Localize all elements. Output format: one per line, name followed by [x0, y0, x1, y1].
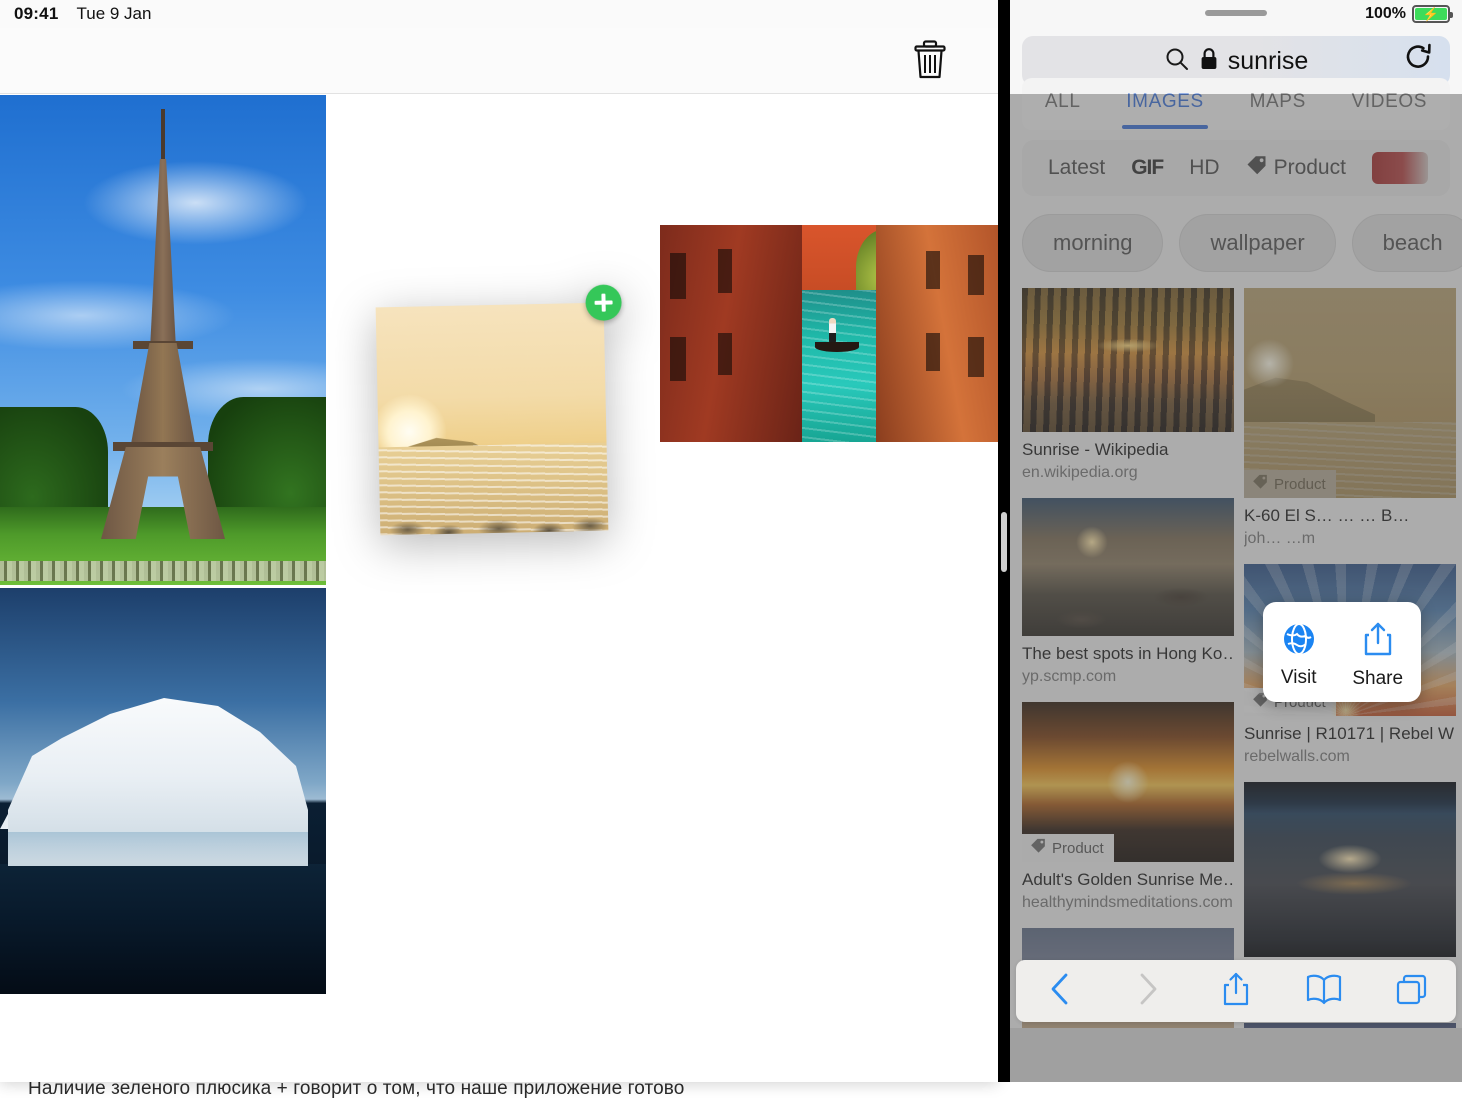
status-time: 09:41 — [14, 4, 59, 23]
result-url: rebelwalls.com — [1244, 748, 1350, 765]
forward-button[interactable] — [1120, 967, 1176, 1015]
filter-gif[interactable]: GIF — [1131, 156, 1164, 180]
trash-icon — [913, 39, 947, 85]
result-url: healthymindsmeditations.com — [1022, 894, 1233, 911]
color-filter-red[interactable] — [1371, 152, 1428, 184]
chip-morning[interactable]: morning — [1022, 214, 1164, 272]
tag-icon — [1246, 155, 1267, 182]
share-icon — [1362, 621, 1394, 662]
eiffel-tower-photo[interactable] — [0, 95, 326, 585]
tab-all[interactable]: ALL — [1045, 91, 1081, 117]
status-date: Tue 9 Jan — [76, 4, 152, 23]
tag-icon — [1030, 838, 1046, 858]
tabs-icon — [1395, 972, 1429, 1011]
share-button[interactable]: Share — [1352, 621, 1403, 690]
result-thumbnail: Product — [1244, 288, 1456, 498]
globe-icon — [1282, 622, 1316, 661]
result-title: Sunrise | R10171 | Rebel W… — [1244, 724, 1456, 743]
visit-label: Visit — [1280, 666, 1317, 688]
product-badge: Product — [1022, 834, 1114, 862]
tab-videos[interactable]: VIDEOS — [1352, 91, 1427, 117]
bookmarks-button[interactable] — [1296, 967, 1352, 1015]
result-thumbnail — [1022, 288, 1234, 432]
safari-toolbar — [1016, 960, 1456, 1022]
ios-status-bar: 09:41 Tue 9 Jan — [0, 0, 998, 28]
safari-window: 100% ⚡ sunrise ALL IMAGES MAPS VIDEOS La… — [1010, 0, 1462, 1082]
result-thumbnail — [1022, 498, 1234, 636]
dragged-photo-image — [375, 302, 609, 536]
battery-icon: ⚡ — [1412, 5, 1453, 23]
safari-status-bar: 100% ⚡ — [1010, 0, 1462, 28]
slide-over-grabber[interactable] — [1205, 10, 1267, 16]
results-column-left: Sunrise - Wikipedia en.wikipedia.org The… — [1022, 288, 1234, 1028]
tag-icon — [1252, 474, 1268, 494]
search-category-tabs: ALL IMAGES MAPS VIDEOS — [1022, 78, 1450, 130]
venice-canal-photo[interactable] — [660, 225, 998, 442]
result-title: Adult's Golden Sunrise Me… — [1022, 870, 1234, 889]
address-bar-query: sunrise — [1227, 46, 1309, 75]
share-icon — [1221, 971, 1251, 1012]
filter-product-label: Product — [1273, 156, 1346, 179]
reload-icon[interactable] — [1404, 43, 1434, 80]
image-filter-bar: Latest GIF HD Product — [1022, 140, 1450, 196]
result-title: Sunrise - Wikipedia — [1022, 440, 1169, 459]
dragged-sunrise-photo[interactable] — [375, 284, 622, 536]
product-badge-label: Product — [1052, 839, 1104, 857]
filter-product[interactable]: Product — [1246, 155, 1346, 182]
result-url: joh… …m — [1244, 530, 1316, 547]
left-app-window: 09:41 Tue 9 Jan — [0, 0, 998, 1082]
result-title: The best spots in Hong Ko… — [1022, 644, 1234, 663]
book-icon — [1305, 972, 1343, 1011]
result-card[interactable]: The best spots in Hong Ko… yp.scmp.com — [1022, 498, 1234, 686]
result-card[interactable]: Sunrise - Wikipedia en.wikipedia.org — [1022, 288, 1234, 482]
chevron-right-icon — [1135, 972, 1161, 1011]
battery-percent: 100% — [1365, 5, 1406, 22]
search-suggestion-chips: morning wallpaper beach bea — [1022, 214, 1462, 272]
product-badge-label: Product — [1274, 475, 1326, 493]
result-title: K-60 El S… … … B… — [1244, 506, 1410, 525]
result-thumbnail — [1244, 1023, 1456, 1028]
lock-icon — [1200, 47, 1218, 76]
tab-maps[interactable]: MAPS — [1250, 91, 1306, 117]
result-card[interactable] — [1244, 1023, 1456, 1028]
filter-latest[interactable]: Latest — [1048, 156, 1105, 180]
delete-button[interactable] — [904, 36, 956, 88]
result-card[interactable]: Product Adult's Golden Sunrise Me… healt… — [1022, 702, 1234, 912]
filter-hd[interactable]: HD — [1189, 156, 1219, 180]
search-icon — [1164, 46, 1190, 77]
chip-beach[interactable]: beach — [1351, 214, 1462, 272]
chip-wallpaper[interactable]: wallpaper — [1179, 214, 1336, 272]
tab-images[interactable]: IMAGES — [1122, 91, 1208, 129]
screen-root: Наличие зеленого плюсика + говорит о том… — [0, 0, 1462, 1098]
photo-canvas[interactable] — [0, 95, 998, 1082]
back-button[interactable] — [1032, 967, 1088, 1015]
left-app-toolbar — [0, 28, 998, 94]
split-view-divider — [998, 0, 1010, 1082]
share-button[interactable] — [1208, 967, 1264, 1015]
result-url: yp.scmp.com — [1022, 668, 1117, 685]
result-thumbnail — [1244, 782, 1456, 957]
chevron-left-icon — [1047, 972, 1073, 1011]
result-url: en.wikipedia.org — [1022, 464, 1138, 481]
split-view-grabber[interactable] — [1001, 512, 1007, 572]
share-label: Share — [1352, 667, 1404, 689]
result-card[interactable]: Product K-60 El S… … … B… joh… …m — [1244, 288, 1456, 548]
iceberg-photo[interactable] — [0, 588, 326, 994]
visit-button[interactable]: Visit — [1280, 622, 1317, 689]
safari-page-content: ALL IMAGES MAPS VIDEOS Latest GIF HD Pro — [1010, 78, 1462, 1028]
link-action-popover: Visit Share — [1263, 602, 1421, 702]
tabs-button[interactable] — [1384, 967, 1440, 1015]
lightning-bolt-icon: ⚡ — [1422, 6, 1440, 22]
result-thumbnail: Product — [1022, 702, 1234, 862]
plus-badge-icon[interactable] — [585, 284, 622, 322]
product-badge: Product — [1244, 470, 1336, 498]
